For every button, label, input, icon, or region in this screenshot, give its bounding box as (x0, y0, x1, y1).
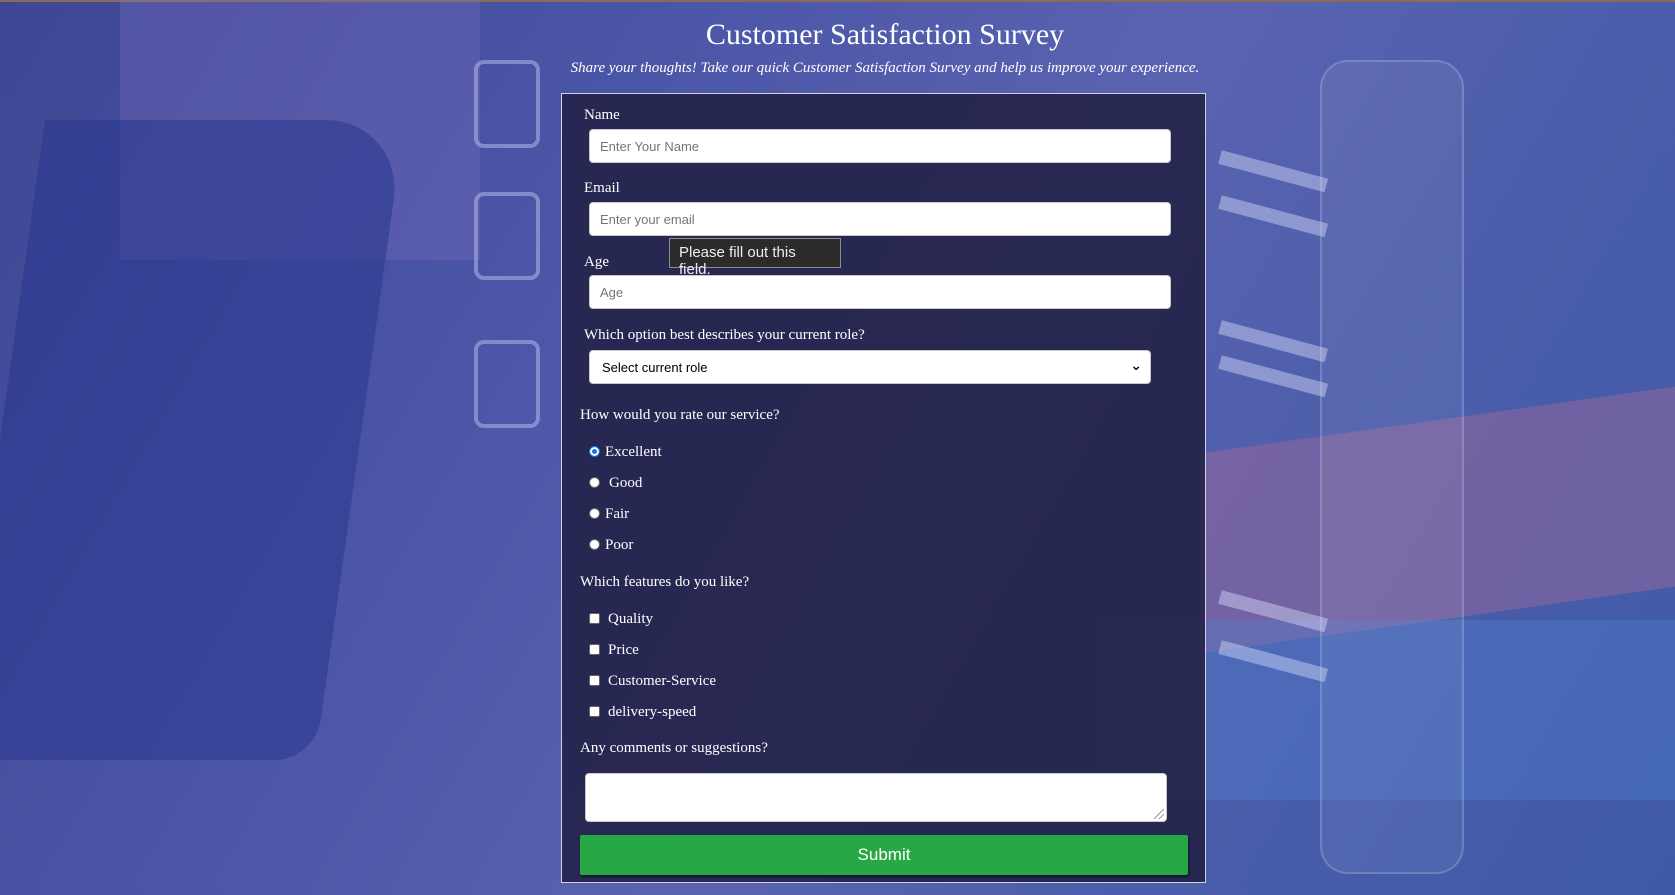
feature-option-price: Price (608, 642, 639, 658)
feature-checkbox-customer-service[interactable] (589, 675, 600, 686)
survey-form: Name Email Age Please fill out this fiel… (561, 93, 1206, 883)
page-title: Customer Satisfaction Survey (705, 18, 1065, 51)
bg-laptop-shape (0, 120, 405, 760)
rating-option-fair: Fair (605, 506, 630, 522)
feature-checkbox-quality[interactable] (589, 613, 600, 624)
role-select[interactable]: Select current role ⌄ (589, 350, 1151, 384)
bg-checkbox-icon (474, 340, 540, 428)
rating-radio-poor[interactable] (589, 539, 600, 550)
bg-stripe (1218, 320, 1329, 363)
feature-option-delivery-speed: delivery-speed (608, 704, 697, 720)
rating-option-good: Good (609, 475, 643, 491)
bg-checkbox-icon (474, 192, 540, 280)
validation-tooltip: Please fill out this field. (669, 238, 841, 278)
email-label: Email (584, 180, 620, 196)
features-label: Which features do you like? (580, 574, 750, 590)
feature-option-customer-service: Customer-Service (608, 673, 717, 689)
role-label: Which option best describes your current… (584, 327, 865, 343)
rating-radio-fair[interactable] (589, 508, 600, 519)
bg-glass-panel (1320, 60, 1464, 874)
feature-checkbox-delivery-speed[interactable] (589, 706, 600, 717)
bg-stripe (1218, 150, 1329, 193)
bg-stripe (1218, 195, 1329, 238)
name-field[interactable] (589, 129, 1171, 163)
page-subtitle: Share your thoughts! Take our quick Cust… (570, 60, 1200, 76)
rating-label: How would you rate our service? (580, 407, 780, 423)
rating-radio-good[interactable] (589, 477, 600, 488)
name-label: Name (584, 107, 620, 123)
rating-option-excellent: Excellent (605, 444, 662, 460)
feature-option-quality: Quality (608, 611, 653, 627)
age-label: Age (584, 254, 609, 270)
email-field[interactable] (589, 202, 1171, 236)
rating-radio-excellent[interactable] (589, 446, 600, 457)
comments-label: Any comments or suggestions? (580, 740, 768, 756)
resize-handle-icon[interactable] (1154, 809, 1164, 819)
submit-button[interactable]: Submit (580, 835, 1188, 875)
rating-option-poor: Poor (605, 537, 634, 553)
role-select-value: Select current role (602, 360, 708, 375)
feature-checkbox-price[interactable] (589, 644, 600, 655)
bg-stripe (1218, 355, 1329, 398)
age-field[interactable] (589, 275, 1171, 309)
chevron-down-icon: ⌄ (1130, 357, 1142, 373)
comments-textarea[interactable] (585, 773, 1167, 822)
